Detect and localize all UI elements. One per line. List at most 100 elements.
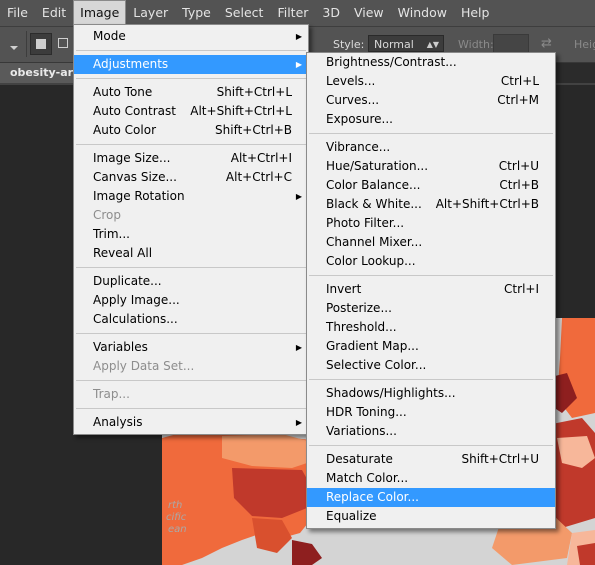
adjustments-item-hdr-toning[interactable]: HDR Toning...	[307, 403, 555, 422]
adjustments-item-color-lookup[interactable]: Color Lookup...	[307, 252, 555, 271]
menu-item-shortcut: Shift+Ctrl+L	[216, 85, 292, 99]
menu-separator	[76, 380, 306, 381]
adjustments-item-channel-mixer[interactable]: Channel Mixer...	[307, 233, 555, 252]
triangle-right-icon: ▶	[295, 32, 302, 41]
menu-item-label: Image Size...	[93, 151, 171, 165]
adjustments-item-shadows-highlights[interactable]: Shadows/Highlights...	[307, 384, 555, 403]
menu-item-crop: Crop	[74, 206, 308, 225]
menu-item-analysis[interactable]: Analysis ▶	[74, 413, 308, 432]
menu-item-label: Black & White...	[326, 197, 422, 211]
menu-item-duplicate[interactable]: Duplicate...	[74, 272, 308, 291]
adjustments-item-exposure[interactable]: Exposure...	[307, 110, 555, 129]
menubar-item-view[interactable]: View	[347, 0, 391, 26]
adjustments-submenu: Brightness/Contrast... Levels... Ctrl+L Cur…	[306, 52, 556, 529]
style-select[interactable]: Normal ▲▼	[368, 35, 444, 52]
menubar-item-window[interactable]: Window	[391, 0, 454, 26]
menu-item-shortcut: Alt+Ctrl+I	[230, 151, 292, 165]
squares-icon	[58, 38, 68, 48]
menu-item-image-rotation[interactable]: Image Rotation ▶	[74, 187, 308, 206]
menu-item-adjustments[interactable]: Adjustments ▶	[74, 55, 308, 74]
menu-item-shortcut: Shift+Ctrl+B	[215, 123, 292, 137]
menu-item-label: Gradient Map...	[326, 339, 419, 353]
tool-preset-icon[interactable]	[6, 36, 22, 52]
menu-item-shortcut: Ctrl+U	[498, 159, 539, 173]
add-selection-button[interactable]	[56, 33, 73, 55]
menubar-item-help[interactable]: Help	[454, 0, 497, 26]
menu-item-label: Auto Color	[93, 123, 157, 137]
menubar-item-image[interactable]: Image	[73, 0, 127, 26]
menu-separator	[309, 379, 553, 380]
adjustments-item-levels[interactable]: Levels... Ctrl+L	[307, 72, 555, 91]
adjustments-item-selective-color[interactable]: Selective Color...	[307, 356, 555, 375]
square-icon	[36, 39, 46, 49]
style-value: Normal	[374, 38, 414, 51]
menu-item-trim[interactable]: Trim...	[74, 225, 308, 244]
menu-item-apply-image[interactable]: Apply Image...	[74, 291, 308, 310]
adjustments-item-match-color[interactable]: Match Color...	[307, 469, 555, 488]
adjustments-item-vibrance[interactable]: Vibrance...	[307, 138, 555, 157]
menu-item-auto-color[interactable]: Auto Color Shift+Ctrl+B	[74, 121, 308, 140]
menubar-item-file[interactable]: File	[0, 0, 35, 26]
menu-item-label: Replace Color...	[326, 490, 419, 504]
menu-item-label: Image Rotation	[93, 189, 185, 203]
swap-arrows-icon[interactable]: ⇄	[541, 36, 552, 51]
menubar-item-type[interactable]: Type	[175, 0, 218, 26]
adjustments-item-threshold[interactable]: Threshold...	[307, 318, 555, 337]
menubar-item-3d[interactable]: 3D	[315, 0, 347, 26]
menu-item-label: Analysis	[93, 415, 143, 429]
menubar-item-filter[interactable]: Filter	[270, 0, 315, 26]
arabia-region	[577, 543, 595, 565]
menu-item-label: Posterize...	[326, 301, 392, 315]
map-label-ocean: ean	[168, 524, 187, 535]
menu-item-reveal-all[interactable]: Reveal All	[74, 244, 308, 263]
menu-item-auto-contrast[interactable]: Auto Contrast Alt+Shift+Ctrl+L	[74, 102, 308, 121]
adjustments-item-photo-filter[interactable]: Photo Filter...	[307, 214, 555, 233]
menu-item-label: Match Color...	[326, 471, 409, 485]
adjustments-item-gradient-map[interactable]: Gradient Map...	[307, 337, 555, 356]
menu-item-label: Color Balance...	[326, 178, 421, 192]
menu-item-label: Canvas Size...	[93, 170, 177, 184]
menu-separator	[76, 50, 306, 51]
menu-item-label: HDR Toning...	[326, 405, 407, 419]
triangle-right-icon: ▶	[295, 343, 302, 352]
menubar-item-select[interactable]: Select	[218, 0, 271, 26]
adjustments-item-brightness-contrast[interactable]: Brightness/Contrast...	[307, 53, 555, 72]
triangle-right-icon: ▶	[295, 418, 302, 427]
menu-item-label: Levels...	[326, 74, 376, 88]
menu-item-label: Desaturate	[326, 452, 393, 466]
adjustments-item-posterize[interactable]: Posterize...	[307, 299, 555, 318]
menubar-item-layer[interactable]: Layer	[126, 0, 175, 26]
menu-item-label: Brightness/Contrast...	[326, 55, 457, 69]
menubar-item-edit[interactable]: Edit	[35, 0, 73, 26]
menu-separator	[76, 333, 306, 334]
adjustments-item-desaturate[interactable]: Desaturate Shift+Ctrl+U	[307, 450, 555, 469]
adjustments-item-hue-saturation[interactable]: Hue/Saturation... Ctrl+U	[307, 157, 555, 176]
adjustments-item-black-white[interactable]: Black & White... Alt+Shift+Ctrl+B	[307, 195, 555, 214]
menu-item-label: Auto Tone	[93, 85, 153, 99]
menu-item-trap: Trap...	[74, 385, 308, 404]
new-selection-button[interactable]	[30, 33, 52, 55]
menu-item-variables[interactable]: Variables ▶	[74, 338, 308, 357]
menu-item-shortcut: Ctrl+M	[497, 93, 539, 107]
adjustments-item-variations[interactable]: Variations...	[307, 422, 555, 441]
menu-item-mode[interactable]: Mode ▶	[74, 27, 308, 46]
adjustments-item-curves[interactable]: Curves... Ctrl+M	[307, 91, 555, 110]
map-label-pacific: cific	[166, 512, 187, 523]
menu-item-label: Reveal All	[93, 246, 153, 260]
menu-item-canvas-size[interactable]: Canvas Size... Alt+Ctrl+C	[74, 168, 308, 187]
menu-item-image-size[interactable]: Image Size... Alt+Ctrl+I	[74, 149, 308, 168]
triangle-right-icon: ▶	[295, 60, 302, 69]
menu-item-label: Vibrance...	[326, 140, 391, 154]
divider	[26, 31, 27, 57]
menu-item-label: Apply Data Set...	[93, 359, 195, 373]
menu-item-label: Mode	[93, 29, 126, 43]
menu-item-label: Apply Image...	[93, 293, 180, 307]
adjustments-item-invert[interactable]: Invert Ctrl+I	[307, 280, 555, 299]
adjustments-item-replace-color[interactable]: Replace Color...	[307, 488, 555, 507]
menu-item-auto-tone[interactable]: Auto Tone Shift+Ctrl+L	[74, 83, 308, 102]
menu-item-calculations[interactable]: Calculations...	[74, 310, 308, 329]
adjustments-item-color-balance[interactable]: Color Balance... Ctrl+B	[307, 176, 555, 195]
menu-item-label: Exposure...	[326, 112, 393, 126]
adjustments-item-equalize[interactable]: Equalize	[307, 507, 555, 526]
menu-item-shortcut: Alt+Shift+Ctrl+L	[190, 104, 292, 118]
